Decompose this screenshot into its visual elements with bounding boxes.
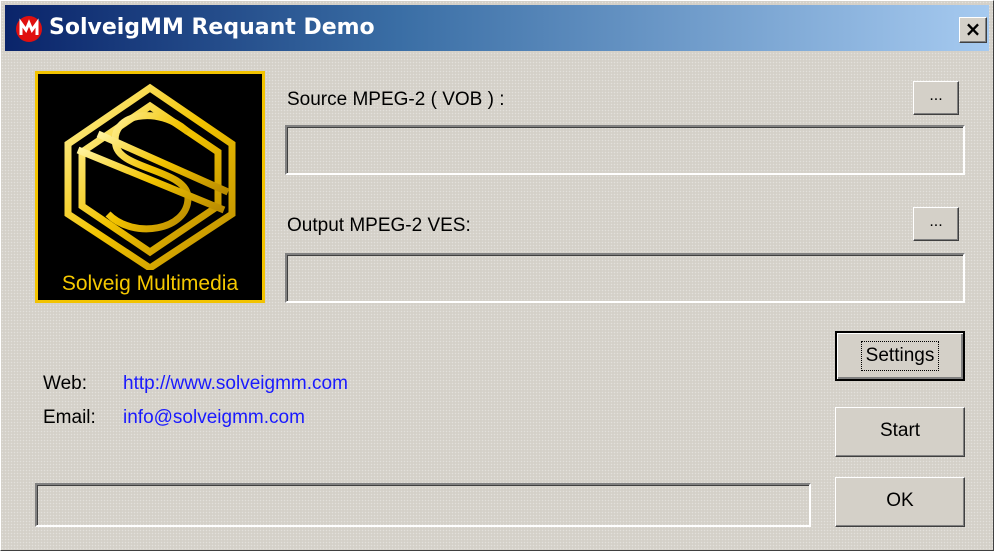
source-path-field[interactable] — [285, 125, 965, 175]
requant-dialog: SolveigMM Requant Demo × Solveig Multime… — [0, 0, 994, 551]
status-bar — [35, 483, 811, 527]
settings-button-label: Settings — [860, 341, 940, 371]
logo-emblem-icon — [64, 83, 236, 270]
solveig-logo: Solveig Multimedia — [35, 71, 265, 303]
close-icon: × — [964, 17, 982, 41]
logo-caption: Solveig Multimedia — [61, 272, 239, 295]
app-icon — [16, 16, 42, 42]
source-browse-button[interactable]: ... — [913, 81, 959, 115]
email-link[interactable]: info@solveigmm.com — [123, 407, 305, 429]
ok-button[interactable]: OK — [835, 477, 965, 527]
output-browse-button[interactable]: ... — [913, 207, 959, 241]
output-label: Output MPEG-2 VES: — [287, 215, 471, 236]
source-label: Source MPEG-2 ( VOB ) : — [287, 89, 505, 110]
title-bar[interactable]: SolveigMM Requant Demo × — [5, 5, 989, 51]
web-link[interactable]: http://www.solveigmm.com — [123, 373, 348, 395]
web-label: Web: — [43, 373, 88, 394]
settings-button[interactable]: Settings — [835, 331, 965, 381]
output-path-field[interactable] — [285, 253, 965, 303]
start-button[interactable]: Start — [835, 407, 965, 457]
close-button[interactable]: × — [959, 17, 987, 43]
email-label: Email: — [43, 407, 96, 428]
window-title: SolveigMM Requant Demo — [49, 15, 375, 40]
